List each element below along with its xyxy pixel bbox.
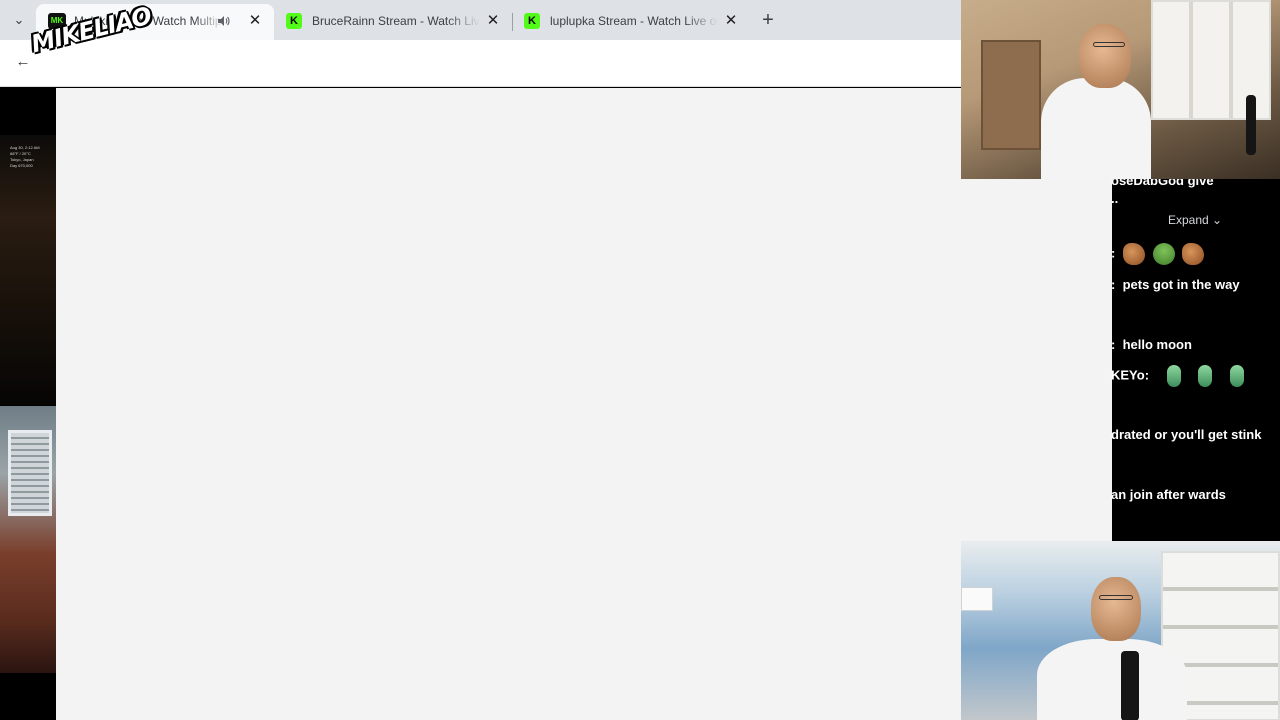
bottle — [1121, 651, 1139, 720]
chat-panel: oseDabGod give .. Expand ⌄ : : pets got … — [1111, 173, 1280, 541]
bottle — [1246, 95, 1256, 155]
flex-arm-emote-icon — [1182, 243, 1205, 265]
chat-message: an join after wards — [1111, 487, 1226, 502]
pickle-emote-icon — [1166, 365, 1181, 387]
tab-title: luplupka Stream - Watch Live on Kick — [550, 14, 718, 28]
left-stream-strip: Aug 30, 2:12 AM 68°F / 20°C Tokyo, Japan… — [0, 88, 56, 720]
frog-emote-icon — [1152, 243, 1175, 265]
pickle-emote-icon — [1198, 365, 1213, 387]
plus-icon: + — [762, 9, 774, 31]
tab-luplupka[interactable]: K luplupka Stream - Watch Live on Kick ✕ — [512, 4, 750, 40]
chat-username: KEYo: — [1111, 367, 1150, 383]
tab-title: BruceRainn Stream - Watch Live on Kick — [312, 14, 480, 28]
chat-prefix: : — [1111, 277, 1116, 292]
person-head — [1079, 24, 1131, 88]
weather-overlay: Aug 30, 2:12 AM 68°F / 20°C Tokyo, Japan… — [10, 145, 54, 169]
person-shirt — [1041, 78, 1151, 179]
browser-toolbar: ← — [0, 40, 961, 87]
expand-button[interactable]: Expand ⌄ — [1168, 213, 1222, 227]
chat-message: : hello moon — [1111, 337, 1192, 352]
chat-message: drated or you'll get stink — [1111, 427, 1262, 442]
weather-line: Day 670,000 — [10, 163, 33, 168]
chat-text: pets got in the way — [1122, 277, 1240, 292]
webcam-bottom — [961, 541, 1280, 720]
close-icon[interactable]: ✕ — [484, 12, 502, 30]
chat-text: hello moon — [1122, 337, 1192, 352]
tab-brucerainn[interactable]: K BruceRainn Stream - Watch Live on Kick… — [274, 4, 512, 40]
expand-label: Expand — [1168, 213, 1209, 227]
person-shirt — [1037, 639, 1187, 720]
chevron-down-icon: ⌄ — [13, 12, 25, 27]
chevron-down-icon: ⌄ — [1212, 213, 1223, 227]
kick-favicon-icon: K — [524, 13, 540, 29]
close-icon[interactable]: ✕ — [246, 12, 264, 30]
close-icon[interactable]: ✕ — [722, 12, 740, 30]
chat-prefix: : — [1111, 337, 1116, 352]
glasses — [1099, 595, 1133, 600]
new-tab-button[interactable]: + — [756, 8, 780, 32]
chat-message: : pets got in the way — [1111, 277, 1240, 292]
chat-message-emotes: : — [1111, 243, 1205, 265]
back-arrow-icon: ← — [15, 53, 31, 70]
person-head — [1091, 577, 1141, 641]
speaker-icon[interactable] — [216, 14, 230, 28]
chat-prefix: : — [1111, 245, 1116, 261]
pickle-emote-icon — [1229, 365, 1244, 387]
stream-preview-night[interactable]: Aug 30, 2:12 AM 68°F / 20°C Tokyo, Japan… — [0, 135, 56, 405]
glasses — [1093, 42, 1125, 47]
back-button[interactable]: ← — [12, 51, 34, 73]
webcam-top — [961, 0, 1280, 179]
chat-message-emotes: KEYo: — [1111, 365, 1244, 387]
tab-search-button[interactable]: ⌄ — [8, 9, 30, 31]
chat-message: .. — [1111, 191, 1119, 206]
flex-arm-emote-icon — [1122, 243, 1145, 265]
air-conditioner — [961, 587, 993, 611]
cabinet — [981, 40, 1041, 150]
stream-preview-day[interactable] — [0, 406, 56, 673]
kick-favicon-icon: K — [286, 13, 302, 29]
